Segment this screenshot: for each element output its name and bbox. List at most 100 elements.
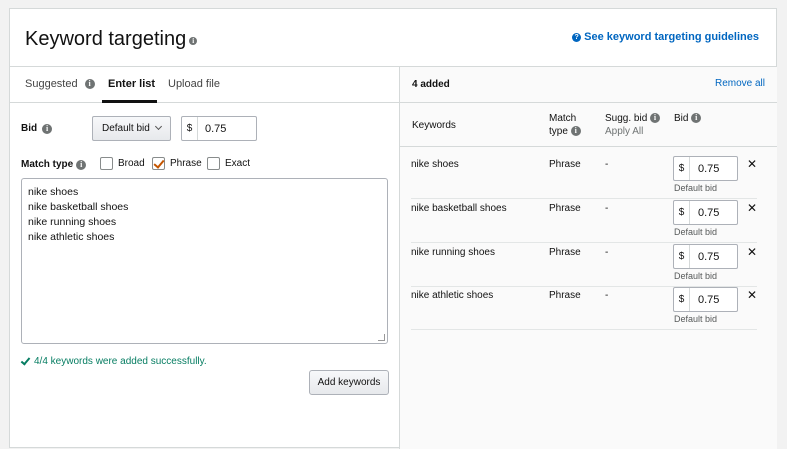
row-bid-value: 0.75 — [698, 163, 720, 175]
bid-type-dropdown[interactable]: Default bid — [92, 116, 171, 141]
info-icon[interactable]: i — [189, 37, 198, 45]
column-match-type: Match type i — [549, 112, 581, 138]
row-bid-note: Default bid — [674, 271, 718, 281]
info-icon[interactable]: i — [570, 126, 581, 137]
info-icon[interactable]: i — [691, 113, 702, 124]
column-sugg-bid-label: Sugg. bid — [605, 113, 648, 124]
added-keywords-panel: 4 added Remove all Keywords Match type i… — [400, 67, 777, 449]
column-match-type-line1: Match — [549, 113, 577, 124]
bid-type-value: Default bid — [102, 123, 150, 134]
phrase-checkbox-label: Phrase — [170, 158, 202, 169]
row-bid-note: Default bid — [674, 227, 718, 237]
apply-all-link[interactable]: Apply All — [605, 126, 643, 137]
bid-input-value: 0.75 — [205, 123, 227, 135]
tab-suggested-label: Suggested — [25, 78, 78, 90]
broad-checkbox-label: Broad — [118, 158, 145, 169]
row-keyword: nike shoes — [411, 159, 459, 170]
phrase-checkbox[interactable]: Phrase — [152, 157, 202, 170]
keyword-targeting-card: Keyword targeting i ? See keyword targeti… — [9, 8, 777, 449]
row-keyword: nike running shoes — [411, 247, 495, 258]
guidelines-link[interactable]: ? See keyword targeting guidelines — [572, 31, 759, 43]
keyword-line: nike athletic shoes — [28, 231, 115, 243]
checkbox-box[interactable] — [207, 157, 220, 170]
keyword-entry-panel: Suggested i Enter list Upload file Bid i… — [10, 67, 400, 449]
row-sugg-bid: - — [605, 203, 609, 214]
success-message-text: 4/4 keywords were added successfully. — [34, 356, 207, 367]
match-type-label: Match type i — [21, 159, 87, 170]
row-bid-value: 0.75 — [698, 294, 720, 306]
currency-symbol: $ — [674, 157, 690, 180]
chevron-down-icon — [154, 122, 163, 131]
keyword-line: nike shoes — [28, 186, 79, 198]
added-count: 4 added — [412, 79, 450, 90]
keyword-line: nike running shoes — [28, 216, 117, 228]
currency-symbol: $ — [674, 288, 690, 311]
resize-handle[interactable] — [378, 334, 385, 341]
row-match-type: Phrase — [549, 290, 581, 301]
checkmark-icon — [20, 354, 31, 366]
tab-bar: Suggested i Enter list Upload file — [10, 67, 399, 103]
card-header: Keyword targeting i ? See keyword targeti… — [10, 9, 776, 67]
active-tab-indicator — [102, 100, 157, 103]
table-header: Keywords Match type i Sugg. bid i Apply … — [400, 103, 777, 147]
row-bid-note: Default bid — [674, 183, 718, 193]
row-sugg-bid: - — [605, 247, 609, 258]
row-bid-note: Default bid — [674, 314, 718, 324]
remove-all-link[interactable]: Remove all — [715, 78, 765, 89]
row-bid-input[interactable]: $ 0.75 — [673, 156, 738, 181]
checkbox-box-checked[interactable] — [152, 157, 165, 170]
tab-upload-file[interactable]: Upload file — [168, 78, 220, 90]
column-keywords: Keywords — [412, 120, 456, 131]
help-icon: ? — [572, 32, 582, 42]
keyword-list-textarea[interactable]: nike shoes nike basketball shoes nike ru… — [21, 178, 388, 344]
row-bid-value: 0.75 — [698, 251, 720, 263]
table-row: nike running shoes Phrase - $ 0.75 Defau… — [411, 243, 757, 287]
row-keyword: nike basketball shoes — [411, 203, 507, 214]
info-icon[interactable]: i — [650, 113, 661, 124]
row-bid-input[interactable]: $ 0.75 — [673, 200, 738, 225]
table-row: nike basketball shoes Phrase - $ 0.75 De… — [411, 199, 757, 243]
remove-icon[interactable]: ✕ — [747, 288, 757, 302]
remove-icon[interactable]: ✕ — [747, 201, 757, 215]
add-keywords-button[interactable]: Add keywords — [309, 370, 389, 395]
added-panel-header: 4 added Remove all — [400, 67, 777, 103]
currency-symbol: $ — [674, 245, 690, 268]
info-icon[interactable]: i — [42, 123, 53, 134]
page-title: Keyword targeting i — [25, 28, 198, 51]
row-bid-input[interactable]: $ 0.75 — [673, 287, 738, 312]
bid-label-text: Bid — [21, 123, 38, 134]
tab-suggested[interactable]: Suggested i — [25, 78, 95, 90]
exact-checkbox[interactable]: Exact — [207, 157, 250, 170]
row-bid-input[interactable]: $ 0.75 — [673, 244, 738, 269]
success-message: 4/4 keywords were added successfully. — [20, 354, 207, 367]
guidelines-link-text: See keyword targeting guidelines — [584, 31, 759, 43]
row-sugg-bid: - — [605, 159, 609, 170]
remove-icon[interactable]: ✕ — [747, 157, 757, 171]
row-match-type: Phrase — [549, 203, 581, 214]
row-match-type: Phrase — [549, 159, 581, 170]
column-bid-label: Bid — [674, 113, 689, 124]
page-title-text: Keyword targeting — [25, 28, 187, 50]
bid-label: Bid i — [21, 123, 53, 134]
row-keyword: nike athletic shoes — [411, 290, 494, 301]
column-sugg-bid: Sugg. bid i Apply All — [605, 112, 661, 138]
row-match-type: Phrase — [549, 247, 581, 258]
match-type-label-text: Match type — [21, 159, 74, 170]
bid-input[interactable]: $ 0.75 — [181, 116, 257, 141]
table-row: nike shoes Phrase - $ 0.75 Default bid ✕ — [411, 155, 757, 199]
broad-checkbox[interactable]: Broad — [100, 157, 145, 170]
checkbox-box[interactable] — [100, 157, 113, 170]
column-bid: Bid i — [674, 113, 702, 124]
currency-symbol: $ — [674, 201, 690, 224]
keyword-line: nike basketball shoes — [28, 201, 129, 213]
row-sugg-bid: - — [605, 290, 609, 301]
column-match-type-line2: type — [549, 126, 568, 137]
info-icon[interactable]: i — [76, 159, 87, 170]
bid-row: Bid i Default bid $ 0.75 — [21, 116, 391, 142]
currency-symbol: $ — [182, 117, 198, 140]
table-row: nike athletic shoes Phrase - $ 0.75 Defa… — [411, 286, 757, 330]
info-icon[interactable]: i — [84, 79, 95, 90]
exact-checkbox-label: Exact — [225, 158, 251, 169]
remove-icon[interactable]: ✕ — [747, 245, 757, 259]
tab-enter-list[interactable]: Enter list — [108, 78, 155, 90]
